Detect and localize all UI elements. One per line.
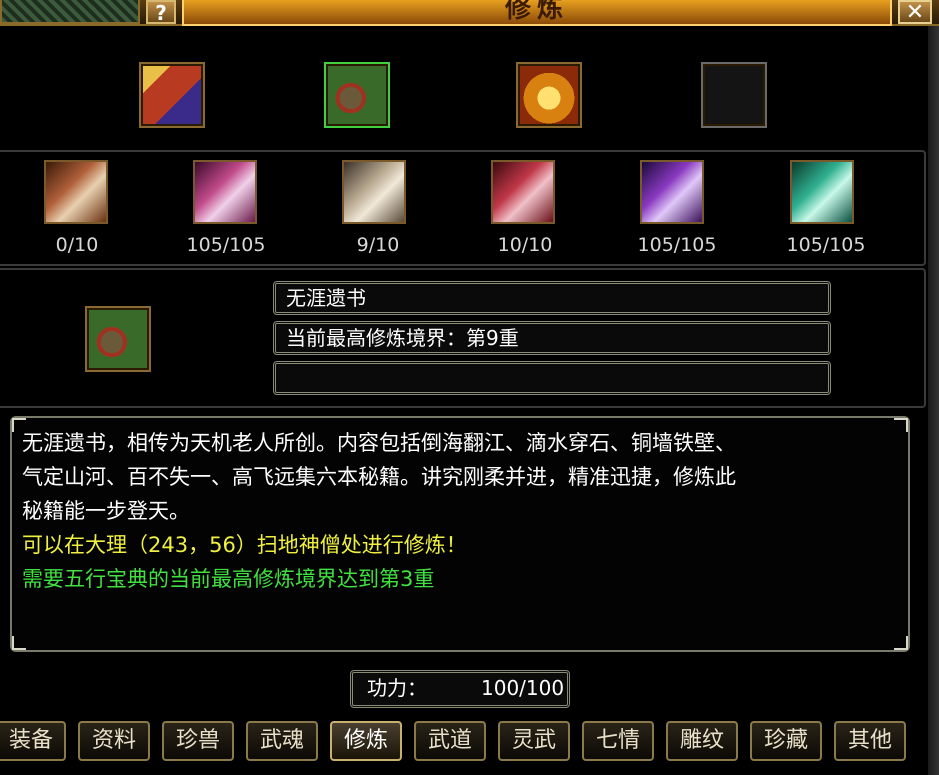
selected-scroll-bundle-icon [85, 306, 151, 372]
scroll-icon-3[interactable] [342, 160, 406, 224]
tab-seven-emotions[interactable]: 七情 [582, 721, 654, 761]
description-line: 无涯遗书，相传为天机老人所创。内容包括倒海翻江、滴水穿石、铜墙铁壁、 [22, 431, 736, 455]
scroll-count: 0/10 [55, 234, 99, 256]
corner-mark [12, 418, 26, 432]
item-realm-field: 当前最高修炼境界：第9重 [273, 321, 831, 355]
description-line: 气定山河、百不失一、高飞远集六本秘籍。讲究刚柔并进，精准迅捷，修炼此 [22, 465, 736, 489]
scroll-count: 10/10 [497, 234, 553, 256]
power-label: 功力： [367, 676, 427, 700]
power-value: 100/100 [481, 676, 565, 700]
description-box: 无涯遗书，相传为天机老人所创。内容包括倒海翻江、滴水穿石、铜墙铁壁、 气定山河、… [10, 416, 910, 652]
help-button[interactable]: ? [146, 0, 176, 24]
tab-carving[interactable]: 雕纹 [666, 721, 738, 761]
location-hint: 可以在大理（243，56）扫地神僧处进行修炼！ [22, 533, 467, 557]
tab-profile[interactable]: 资料 [78, 721, 150, 761]
scroll-icon-6[interactable] [790, 160, 854, 224]
book-icon[interactable] [139, 62, 205, 128]
item-extra-field [273, 361, 831, 395]
corner-mark [12, 636, 26, 650]
description-line: 秘籍能一步登天。 [22, 499, 190, 523]
item-name-field: 无涯遗书 [273, 281, 831, 315]
tab-martial-soul[interactable]: 武魂 [246, 721, 318, 761]
tab-equipment[interactable]: 装备 [0, 721, 66, 761]
scroll-icon-4[interactable] [491, 160, 555, 224]
scroll-icon-1[interactable] [44, 160, 108, 224]
scroll-count: 9/10 [356, 234, 400, 256]
window-edge [928, 26, 939, 775]
scroll-bundle-icon[interactable] [324, 62, 390, 128]
tab-spirit-weapon[interactable]: 灵武 [498, 721, 570, 761]
corner-mark [894, 636, 908, 650]
window-title: 修炼 [504, 0, 569, 24]
empty-slot[interactable] [701, 62, 767, 128]
scroll-count: 105/105 [637, 234, 717, 256]
decorative-corner [0, 0, 140, 24]
power-display: 功力： 100/100 [350, 670, 570, 708]
requirement-hint: 需要五行宝典的当前最高修炼境界达到第3重 [22, 567, 435, 591]
tab-other[interactable]: 其他 [834, 721, 906, 761]
gold-chest-icon[interactable] [516, 62, 582, 128]
scroll-icon-2[interactable] [193, 160, 257, 224]
tab-pets[interactable]: 珍兽 [162, 721, 234, 761]
scroll-icon-5[interactable] [640, 160, 704, 224]
close-button[interactable]: ✕ [898, 0, 932, 24]
tab-collection[interactable]: 珍藏 [750, 721, 822, 761]
tab-martial-way[interactable]: 武道 [414, 721, 486, 761]
corner-mark [894, 418, 908, 432]
scroll-count: 105/105 [786, 234, 866, 256]
tab-cultivation[interactable]: 修炼 [330, 721, 402, 761]
scroll-count: 105/105 [186, 234, 266, 256]
